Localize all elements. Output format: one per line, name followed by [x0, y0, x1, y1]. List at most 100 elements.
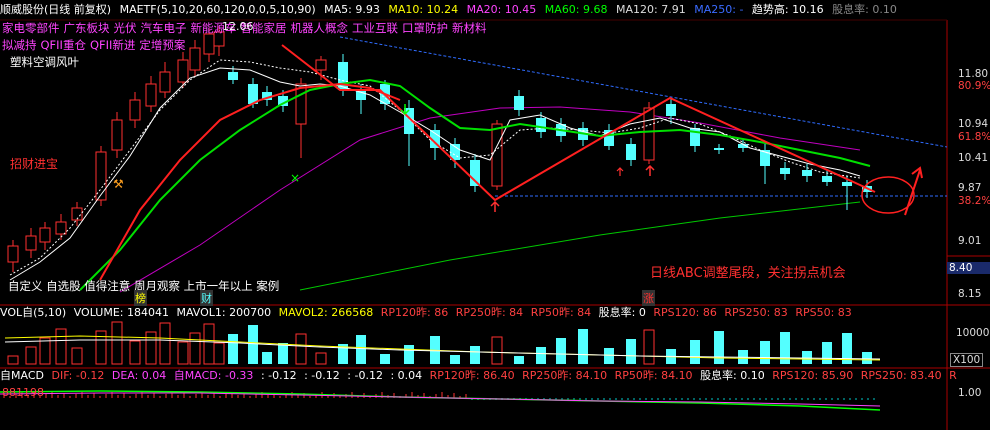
volume-bar	[450, 355, 460, 364]
candle	[802, 170, 812, 176]
concept-tag[interactable]: 家电零部件	[2, 21, 60, 35]
volume-bar	[159, 322, 171, 365]
axis-label: 9.87	[958, 182, 982, 194]
volume-bar	[578, 329, 588, 364]
current-price-tag: 8.40	[947, 262, 990, 274]
candle	[822, 176, 832, 182]
concept-tag[interactable]: 广东板块	[64, 21, 110, 35]
candle	[626, 144, 636, 160]
rps120-value: RPS120: 86	[653, 306, 717, 319]
volume-bar	[514, 356, 524, 364]
ma10-value: MA10: 10.24	[388, 3, 459, 16]
volume-value: VOLUME: 184041	[73, 306, 169, 319]
concept-tag[interactable]: 塑料空调风叶	[10, 55, 79, 69]
volume-bar	[213, 342, 225, 365]
concept-tag[interactable]: 机器人概念	[291, 21, 349, 35]
macd-rp250: RP250昨: 84.10	[522, 369, 608, 382]
candle	[714, 148, 724, 150]
macd-rp120: RP120昨: 86.40	[429, 369, 515, 382]
macd-title[interactable]: 自MACD	[0, 369, 44, 382]
macd-panel-header: 自MACD DIF: -0.12 DEA: 0.04 自MACD: -0.33 …	[0, 368, 961, 384]
volume-bar	[39, 337, 51, 365]
axis-label: 61.8%	[958, 131, 990, 143]
candle	[159, 71, 171, 93]
rps250-value: RPS250: 83	[724, 306, 788, 319]
volume-bar	[822, 342, 832, 364]
volume-bar	[7, 355, 19, 365]
concept-tag[interactable]: 口罩防护	[402, 21, 448, 35]
volume-bar	[690, 340, 700, 364]
candle	[491, 123, 503, 187]
zhaocai-label: 招财进宝	[10, 157, 59, 171]
volume-bar	[643, 329, 655, 365]
axis-label: 9.01	[958, 235, 982, 247]
candle	[514, 96, 524, 110]
dea-value: DEA: 0.04	[111, 369, 167, 382]
concept-tag[interactable]: 定增预案	[139, 38, 185, 52]
bang-badge[interactable]: 榜	[134, 290, 147, 306]
candle	[25, 235, 37, 251]
rp50-value: RP50昨: 84	[530, 306, 592, 319]
candle	[228, 72, 238, 80]
cross-marker: ×	[290, 171, 300, 185]
volume-bar	[145, 331, 157, 365]
mavol1-value: MAVOL1: 200700	[176, 306, 272, 319]
volume-bar	[380, 354, 390, 364]
concept-tag[interactable]: QFII重仓	[41, 38, 86, 52]
macd-rps-more: R	[949, 369, 957, 382]
macd-left-value: 881198	[2, 386, 44, 399]
ma20-value: MA20: 10.45	[466, 3, 537, 16]
macd-rps120: RPS120: 85.90	[772, 369, 854, 382]
axis-label: 11.80	[958, 68, 989, 80]
volume-bar	[604, 348, 614, 364]
axis-label: 10.41	[958, 152, 989, 164]
concept-tag[interactable]: 新材料	[452, 21, 487, 35]
concept-tag[interactable]: 拟减持	[2, 38, 37, 52]
zhang-badge[interactable]: 涨	[642, 290, 655, 306]
indicator-name: MAETF(5,10,20,60,120,0,0,5,10,90)	[119, 3, 316, 16]
ma60-value: MA60: 9.68	[544, 3, 608, 16]
candle	[780, 168, 790, 174]
candle	[129, 99, 141, 121]
volume-bar	[470, 346, 480, 364]
candle	[842, 182, 852, 186]
dif-value: DIF: -0.12	[51, 369, 105, 382]
candle	[295, 83, 307, 125]
ma5-value: MA5: 9.93	[324, 3, 380, 16]
div-value: 股息率: 0	[598, 306, 646, 319]
rp250-value: RP250昨: 84	[455, 306, 524, 319]
macd-extra-3: : -0.12	[347, 369, 383, 382]
trend-high-value: 趋势高: 10.16	[751, 3, 824, 16]
vol-panel-header: VOL自(5,10) VOLUME: 184041 MAVOL1: 200700…	[0, 305, 856, 321]
abc-comment: 日线ABC调整尾段，关注拐点机会	[650, 266, 846, 281]
volume-bar	[278, 343, 288, 364]
volume-bar	[248, 325, 258, 364]
volume-bar	[626, 339, 636, 364]
candle	[55, 221, 67, 235]
stock-title[interactable]: 顺威股份(日线 前复权)	[0, 3, 111, 16]
volume-bar	[203, 323, 215, 365]
volume-bar	[177, 341, 189, 365]
mavol2-value: MAVOL2: 266568	[278, 306, 374, 319]
volume-bar	[189, 332, 201, 365]
macd-axis-label: 1.00	[958, 387, 982, 399]
concept-tag[interactable]: 工业互联	[352, 21, 398, 35]
cai-badge[interactable]: 财	[200, 290, 213, 306]
candle	[39, 227, 51, 243]
vol-title[interactable]: VOL自(5,10)	[0, 306, 66, 319]
candle	[111, 119, 123, 151]
macd-extra-2: : -0.12	[304, 369, 340, 382]
volume-bar	[404, 345, 414, 364]
indicator-header: 顺威股份(日线 前复权) MAETF(5,10,20,60,120,0,0,5,…	[0, 0, 990, 20]
vol-unit-label: X100	[950, 353, 984, 367]
concept-tag[interactable]: 光伏	[114, 21, 137, 35]
concept-tag[interactable]: QFII新进	[90, 38, 135, 52]
volume-bar	[556, 338, 566, 364]
ma250-value: MA250: -	[694, 3, 744, 16]
volume-bar	[536, 347, 546, 364]
candle	[7, 245, 19, 263]
macd-rp50: RP50昨: 84.10	[614, 369, 693, 382]
volume-bar	[262, 352, 272, 364]
axis-label: 80.9%	[958, 80, 990, 92]
concept-tag[interactable]: 汽车电子	[141, 21, 187, 35]
